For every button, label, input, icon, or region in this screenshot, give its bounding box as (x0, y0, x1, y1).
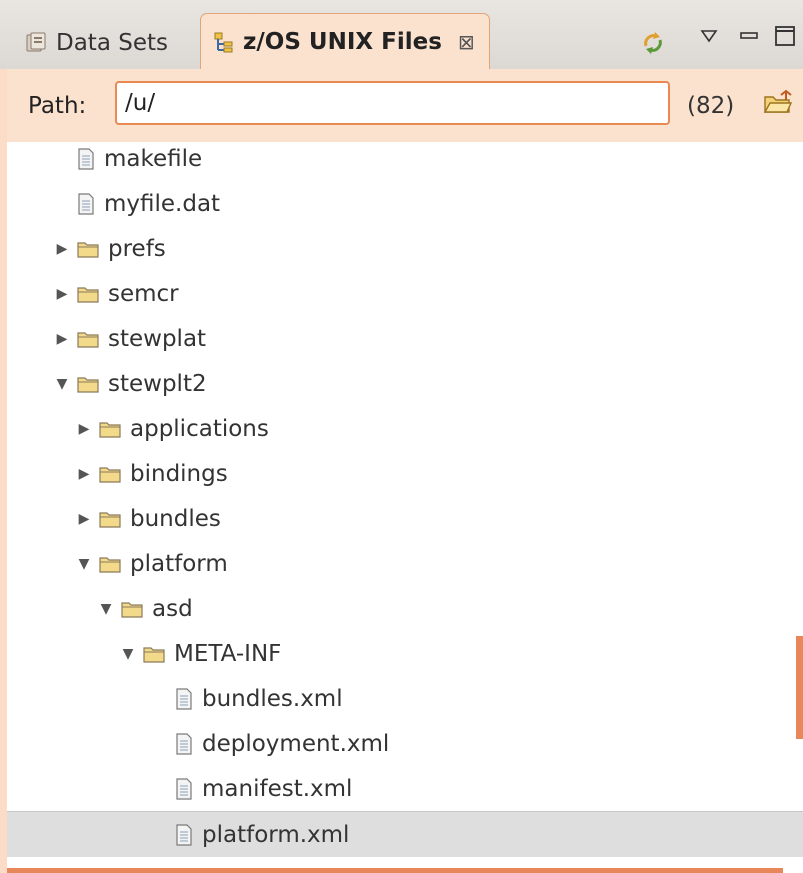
folder-icon (99, 555, 121, 573)
tab-label: z/OS UNIX Files (243, 28, 442, 55)
tree-item-label: stewplat (108, 325, 207, 352)
tree-item-label: prefs (108, 235, 166, 262)
collapsed-arrow-icon[interactable]: ▶ (53, 241, 71, 257)
tree-item-platform-xml[interactable]: platform.xml (7, 811, 803, 857)
tree-item-label: bundles (130, 505, 221, 532)
folder-icon (143, 645, 165, 663)
tree-item-label: semcr (108, 280, 179, 307)
tree-item-label: bindings (130, 460, 228, 487)
expanded-arrow-icon[interactable]: ▼ (119, 646, 137, 662)
panel-bottom-border (7, 868, 783, 873)
tree-item-label: myfile.dat (104, 190, 221, 217)
tree-item-label: applications (130, 415, 269, 442)
tree-item-stewplat[interactable]: ▶ stewplat (7, 316, 803, 361)
folder-icon (77, 240, 99, 258)
expanded-arrow-icon[interactable]: ▼ (97, 601, 115, 617)
tree-item-asd[interactable]: ▼ asd (7, 586, 803, 631)
tree-item-manifest-xml[interactable]: manifest.xml (7, 766, 803, 811)
path-input[interactable] (115, 81, 670, 125)
tree-item-meta-inf[interactable]: ▼ META-INF (7, 631, 803, 676)
file-icon (175, 687, 193, 710)
open-folder-icon[interactable] (763, 89, 793, 119)
collapsed-arrow-icon[interactable]: ▶ (75, 511, 93, 527)
view-tab-bar: Data Sets z/OS UNIX Files ⊠ (0, 0, 803, 69)
tab-label: Data Sets (56, 30, 168, 56)
tab-zos-unix-files[interactable]: z/OS UNIX Files ⊠ (200, 13, 490, 69)
file-icon (175, 823, 193, 846)
tree-item-platform[interactable]: ▼ platform (7, 541, 803, 586)
tree-item-label: bundles.xml (202, 685, 343, 712)
folder-icon (77, 375, 99, 393)
file-icon (77, 192, 95, 215)
minimize-icon[interactable] (737, 24, 761, 48)
file-icon (77, 147, 95, 170)
expanded-arrow-icon[interactable]: ▼ (53, 376, 71, 392)
tree-item-bundles[interactable]: ▶ bundles (7, 496, 803, 541)
folder-icon (121, 600, 143, 618)
path-bar: Path: (82) (7, 69, 803, 142)
tree-item-label: platform (130, 550, 228, 577)
collapsed-arrow-icon[interactable]: ▶ (53, 331, 71, 347)
tree-item-label: META-INF (174, 640, 282, 667)
tree-item-bundles-xml[interactable]: bundles.xml (7, 676, 803, 721)
view-menu-icon[interactable] (697, 24, 721, 48)
tree-item-label: deployment.xml (202, 730, 390, 757)
file-count: (82) (687, 92, 735, 119)
collapsed-arrow-icon[interactable]: ▶ (75, 466, 93, 482)
tree-item-label: platform.xml (202, 821, 350, 848)
expanded-arrow-icon[interactable]: ▼ (75, 556, 93, 572)
file-icon (175, 777, 193, 800)
folder-icon (77, 285, 99, 303)
folder-icon (99, 420, 121, 438)
tree-item-label: asd (152, 595, 193, 622)
tree-item-applications[interactable]: ▶ applications (7, 406, 803, 451)
close-icon[interactable]: ⊠ (458, 30, 475, 54)
unix-files-icon (213, 31, 235, 53)
file-icon (175, 732, 193, 755)
collapsed-arrow-icon[interactable]: ▶ (53, 286, 71, 302)
scrollbar-thumb[interactable] (796, 636, 803, 739)
tree-item-myfile-dat[interactable]: myfile.dat (7, 181, 803, 226)
refresh-icon[interactable] (638, 28, 668, 58)
tree-item-stewplt2[interactable]: ▼ stewplt2 (7, 361, 803, 406)
tree-item-bindings[interactable]: ▶ bindings (7, 451, 803, 496)
tree-item-semcr[interactable]: ▶ semcr (7, 271, 803, 316)
file-tree[interactable]: makefile myfile.dat ▶ prefs ▶ semcr ▶ stewplat ▼… (7, 142, 803, 873)
tree-item-label: stewplt2 (108, 370, 207, 397)
path-label: Path: (28, 92, 87, 119)
folder-icon (99, 465, 121, 483)
unix-files-panel: Path: (82) makefile myfile.dat ▶ prefs ▶ semc… (0, 69, 803, 873)
folder-icon (99, 510, 121, 528)
tree-item-deployment-xml[interactable]: deployment.xml (7, 721, 803, 766)
maximize-icon[interactable] (772, 22, 798, 50)
folder-icon (77, 330, 99, 348)
tree-item-makefile[interactable]: makefile (7, 142, 803, 181)
data-sets-icon (26, 32, 48, 54)
tree-item-label: makefile (104, 145, 203, 172)
tab-data-sets[interactable]: Data Sets (26, 18, 168, 68)
tree-item-label: manifest.xml (202, 775, 353, 802)
collapsed-arrow-icon[interactable]: ▶ (75, 421, 93, 437)
tree-item-prefs[interactable]: ▶ prefs (7, 226, 803, 271)
